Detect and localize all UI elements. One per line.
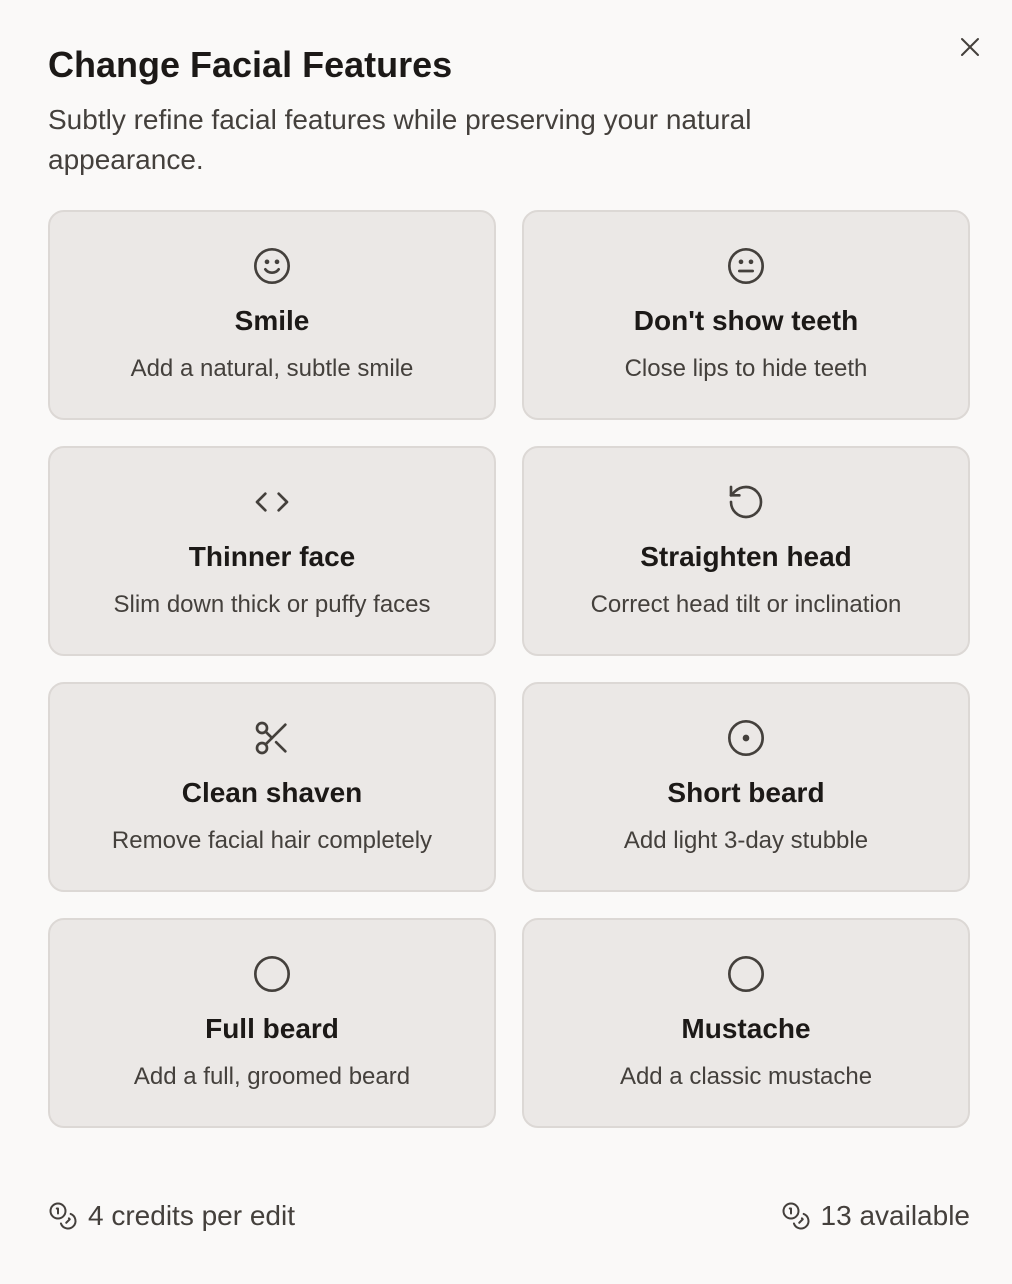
- option-title: Don't show teeth: [633, 305, 859, 336]
- option-thinner-face[interactable]: Thinner face Slim down thick or puffy fa…: [48, 446, 496, 656]
- option-short-beard[interactable]: Short beard Add light 3-day stubble: [522, 682, 970, 892]
- rotate-ccw-icon: [729, 485, 763, 519]
- circle-dot-icon: [728, 720, 764, 756]
- option-description: Add a classic mustache: [619, 1063, 873, 1090]
- neutral-face-icon: [728, 248, 764, 284]
- smile-icon: [254, 248, 290, 284]
- dialog-title: Change Facial Features: [48, 44, 453, 85]
- credits-footer: 4 credits per edit 13 available: [48, 1196, 970, 1236]
- close-icon: [961, 38, 979, 56]
- credits-per-edit: 4 credits per edit: [48, 1200, 295, 1232]
- option-title: Mustache: [681, 1013, 811, 1044]
- option-description: Add a full, groomed beard: [133, 1063, 411, 1090]
- option-straighten-head[interactable]: Straighten head Correct head tilt or inc…: [522, 446, 970, 656]
- dialog-subtitle: Subtly refine facial features while pres…: [48, 104, 752, 175]
- option-title: Full beard: [205, 1013, 339, 1044]
- credits-per-edit-label: 4 credits per edit: [88, 1200, 295, 1231]
- scissors-icon: [255, 721, 287, 755]
- option-title: Smile: [234, 305, 310, 336]
- code-brackets-icon: [255, 492, 289, 512]
- option-description: Add a natural, subtle smile: [130, 355, 414, 382]
- option-mustache[interactable]: Mustache Add a classic mustache: [522, 918, 970, 1128]
- option-title: Thinner face: [188, 541, 356, 572]
- option-dont-show-teeth[interactable]: Don't show teeth Close lips to hide teet…: [522, 210, 970, 420]
- close-button[interactable]: [954, 31, 986, 63]
- option-description: Close lips to hide teeth: [624, 355, 868, 382]
- option-full-beard[interactable]: Full beard Add a full, groomed beard: [48, 918, 496, 1128]
- option-description: Remove facial hair completely: [111, 827, 433, 854]
- option-description: Add light 3-day stubble: [623, 827, 869, 854]
- option-smile[interactable]: Smile Add a natural, subtle smile: [48, 210, 496, 420]
- coins-icon: [782, 1202, 810, 1230]
- circle-icon: [728, 956, 764, 992]
- credits-available: 13 available: [781, 1200, 970, 1232]
- credits-available-label: 13 available: [820, 1200, 970, 1231]
- change-facial-features-dialog: Change Facial Features Subtly refine fac…: [0, 0, 1012, 1284]
- circle-icon: [254, 956, 290, 992]
- option-description: Correct head tilt or inclination: [590, 591, 902, 618]
- option-title: Clean shaven: [181, 777, 363, 808]
- coins-icon: [49, 1202, 77, 1230]
- option-description: Slim down thick or puffy faces: [113, 591, 431, 618]
- options-grid: Smile Add a natural, subtle smile Don't …: [48, 210, 970, 1128]
- option-title: Straighten head: [640, 541, 852, 572]
- option-clean-shaven[interactable]: Clean shaven Remove facial hair complete…: [48, 682, 496, 892]
- option-title: Short beard: [667, 777, 825, 808]
